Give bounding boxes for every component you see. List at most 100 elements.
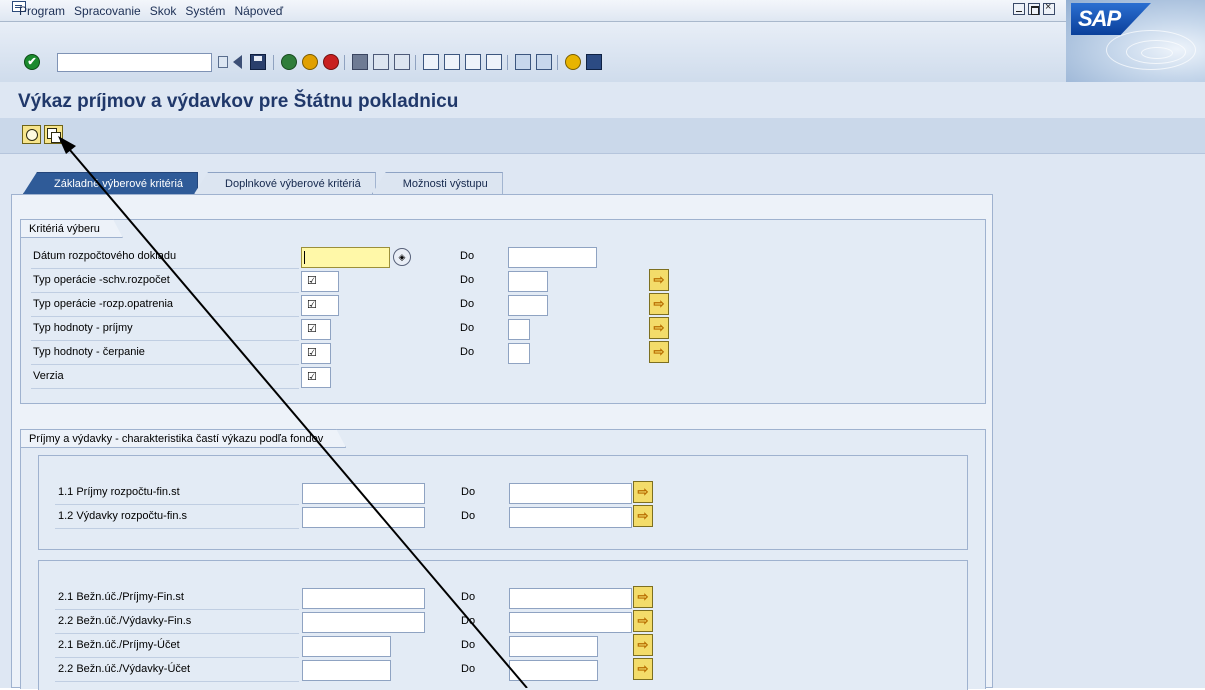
operation-approved-to-field[interactable] — [508, 271, 548, 292]
menu-napoved[interactable]: Nápoveď — [234, 4, 283, 18]
checkmark-icon[interactable]: ✔ — [24, 54, 40, 70]
current-income-account-from-field[interactable] — [302, 636, 391, 657]
budget-spending-from-field[interactable] — [302, 507, 425, 528]
value-help-icon[interactable]: ◈ — [393, 248, 411, 266]
save-icon[interactable] — [250, 54, 266, 70]
toolbar-separator — [273, 55, 274, 70]
value-type-spending-field[interactable]: ☑ — [301, 343, 331, 364]
tab-panel: Kritériá výberu Dátum rozpočtového dokla… — [11, 194, 993, 690]
field-label-value-type-spending: Typ hodnoty - čerpanie — [33, 346, 145, 358]
print-icon[interactable] — [352, 54, 368, 70]
group-selection-criteria: Kritériá výberu Dátum rozpočtového dokla… — [20, 219, 986, 404]
row-divider — [55, 528, 299, 529]
menu-skok[interactable]: Skok — [150, 4, 177, 18]
toolbar-row: ✔ — [0, 52, 1066, 74]
row-divider — [55, 504, 299, 505]
sap-logo-text: SAP — [1078, 6, 1121, 31]
budget-spending-to-field[interactable] — [509, 507, 632, 528]
toolbar-separator — [415, 55, 416, 70]
exit-icon[interactable] — [302, 54, 318, 70]
value-type-spending-to-field[interactable] — [508, 343, 530, 364]
row-divider — [31, 292, 299, 293]
multiple-selection-icon[interactable]: ⇨ — [649, 293, 669, 315]
selection-screen: Základné výberové kritériá Doplnkové výb… — [0, 154, 1205, 690]
budget-income-from-field[interactable] — [302, 483, 425, 504]
operation-approved-field[interactable]: ☑ — [301, 271, 339, 292]
current-income-fin-from-field[interactable] — [302, 588, 425, 609]
multiple-selection-icon[interactable]: ⇨ — [633, 481, 653, 503]
value-type-income-field[interactable]: ☑ — [301, 319, 331, 340]
menu-system[interactable]: Systém — [185, 4, 225, 18]
ripple-decoration — [1141, 47, 1173, 59]
shortcut-icon[interactable] — [536, 54, 552, 70]
multiple-selection-icon[interactable]: ⇨ — [633, 586, 653, 608]
text-caret — [304, 251, 305, 264]
fund-box-1: 1.1 Príjmy rozpočtu-fin.st Do ⇨ 1.2 Výda… — [38, 455, 968, 550]
get-variant-icon[interactable] — [44, 125, 63, 144]
window-controls — [1013, 1, 1055, 15]
to-label: Do — [461, 663, 476, 675]
back-icon[interactable] — [281, 54, 297, 70]
multiple-selection-icon[interactable]: ⇨ — [649, 341, 669, 363]
to-label: Do — [461, 615, 476, 627]
layout-menu-icon[interactable] — [586, 54, 602, 70]
close-icon[interactable] — [1043, 1, 1055, 15]
current-income-account-to-field[interactable] — [509, 636, 598, 657]
new-session-icon[interactable] — [515, 54, 531, 70]
menu-program[interactable]: Program — [19, 4, 65, 18]
tab-additional-criteria[interactable]: Doplnkové výberové kritériá — [194, 172, 376, 194]
last-page-icon[interactable] — [486, 54, 502, 70]
budget-income-to-field[interactable] — [509, 483, 632, 504]
current-income-fin-to-field[interactable] — [509, 588, 632, 609]
to-label: Do — [461, 591, 476, 603]
version-field[interactable]: ☑ — [301, 367, 331, 388]
current-spending-fin-to-field[interactable] — [509, 612, 632, 633]
find-next-icon[interactable] — [394, 54, 410, 70]
tab-basic-criteria[interactable]: Základné výberové kritériá — [23, 172, 199, 194]
row-divider — [31, 364, 299, 365]
field-label-date: Dátum rozpočtového dokladu — [33, 250, 177, 262]
field-label-current-income-fin: 2.1 Bežn.úč./Príjmy-Fin.st — [58, 591, 184, 603]
maximize-icon[interactable] — [1028, 3, 1040, 15]
multiple-selection-icon[interactable]: ⇨ — [633, 658, 653, 680]
current-spending-account-to-field[interactable] — [509, 660, 598, 681]
command-history-icon[interactable] — [218, 56, 228, 68]
execute-icon[interactable] — [22, 125, 41, 144]
menu-spracovanie[interactable]: Spracovanie — [74, 4, 141, 18]
page-title: Výkaz príjmov a výdavkov pre Štátnu pokl… — [18, 91, 459, 112]
standard-toolbar: ✔ — [0, 22, 1066, 82]
operation-measures-field[interactable]: ☑ — [301, 295, 339, 316]
toolbar-separator — [557, 55, 558, 70]
multiple-selection-icon[interactable]: ⇨ — [649, 269, 669, 291]
toolbar-separator — [344, 55, 345, 70]
menu-items: Program Spracovanie Skok Systém Nápoveď — [19, 4, 283, 18]
field-label-budget-income: 1.1 Príjmy rozpočtu-fin.st — [58, 486, 180, 498]
previous-page-icon[interactable] — [444, 54, 460, 70]
minimize-icon[interactable] — [1013, 3, 1025, 15]
multiple-selection-icon[interactable]: ⇨ — [633, 610, 653, 632]
multiple-selection-icon[interactable]: ⇨ — [633, 634, 653, 656]
group-title: Kritériá výberu — [20, 219, 123, 238]
to-label: Do — [461, 639, 476, 651]
date-from-field[interactable] — [301, 247, 390, 268]
multiple-selection-icon[interactable]: ⇨ — [649, 317, 669, 339]
current-spending-fin-from-field[interactable] — [302, 612, 425, 633]
to-label: Do — [460, 298, 475, 310]
find-icon[interactable] — [373, 54, 389, 70]
multiple-selection-icon[interactable]: ⇨ — [633, 505, 653, 527]
to-label: Do — [460, 274, 475, 286]
tab-output-options[interactable]: Možnosti výstupu — [371, 172, 503, 194]
group-funds: Príjmy a výdavky - charakteristika častí… — [20, 429, 986, 690]
row-divider — [31, 340, 299, 341]
first-page-icon[interactable] — [423, 54, 439, 70]
date-to-field[interactable] — [508, 247, 597, 268]
command-field[interactable] — [57, 53, 212, 72]
cancel-icon[interactable] — [323, 54, 339, 70]
operation-measures-to-field[interactable] — [508, 295, 548, 316]
next-page-icon[interactable] — [465, 54, 481, 70]
collapse-arrow-icon[interactable] — [233, 55, 242, 69]
row-divider — [55, 681, 299, 682]
help-icon[interactable] — [565, 54, 581, 70]
current-spending-account-from-field[interactable] — [302, 660, 391, 681]
value-type-income-to-field[interactable] — [508, 319, 530, 340]
